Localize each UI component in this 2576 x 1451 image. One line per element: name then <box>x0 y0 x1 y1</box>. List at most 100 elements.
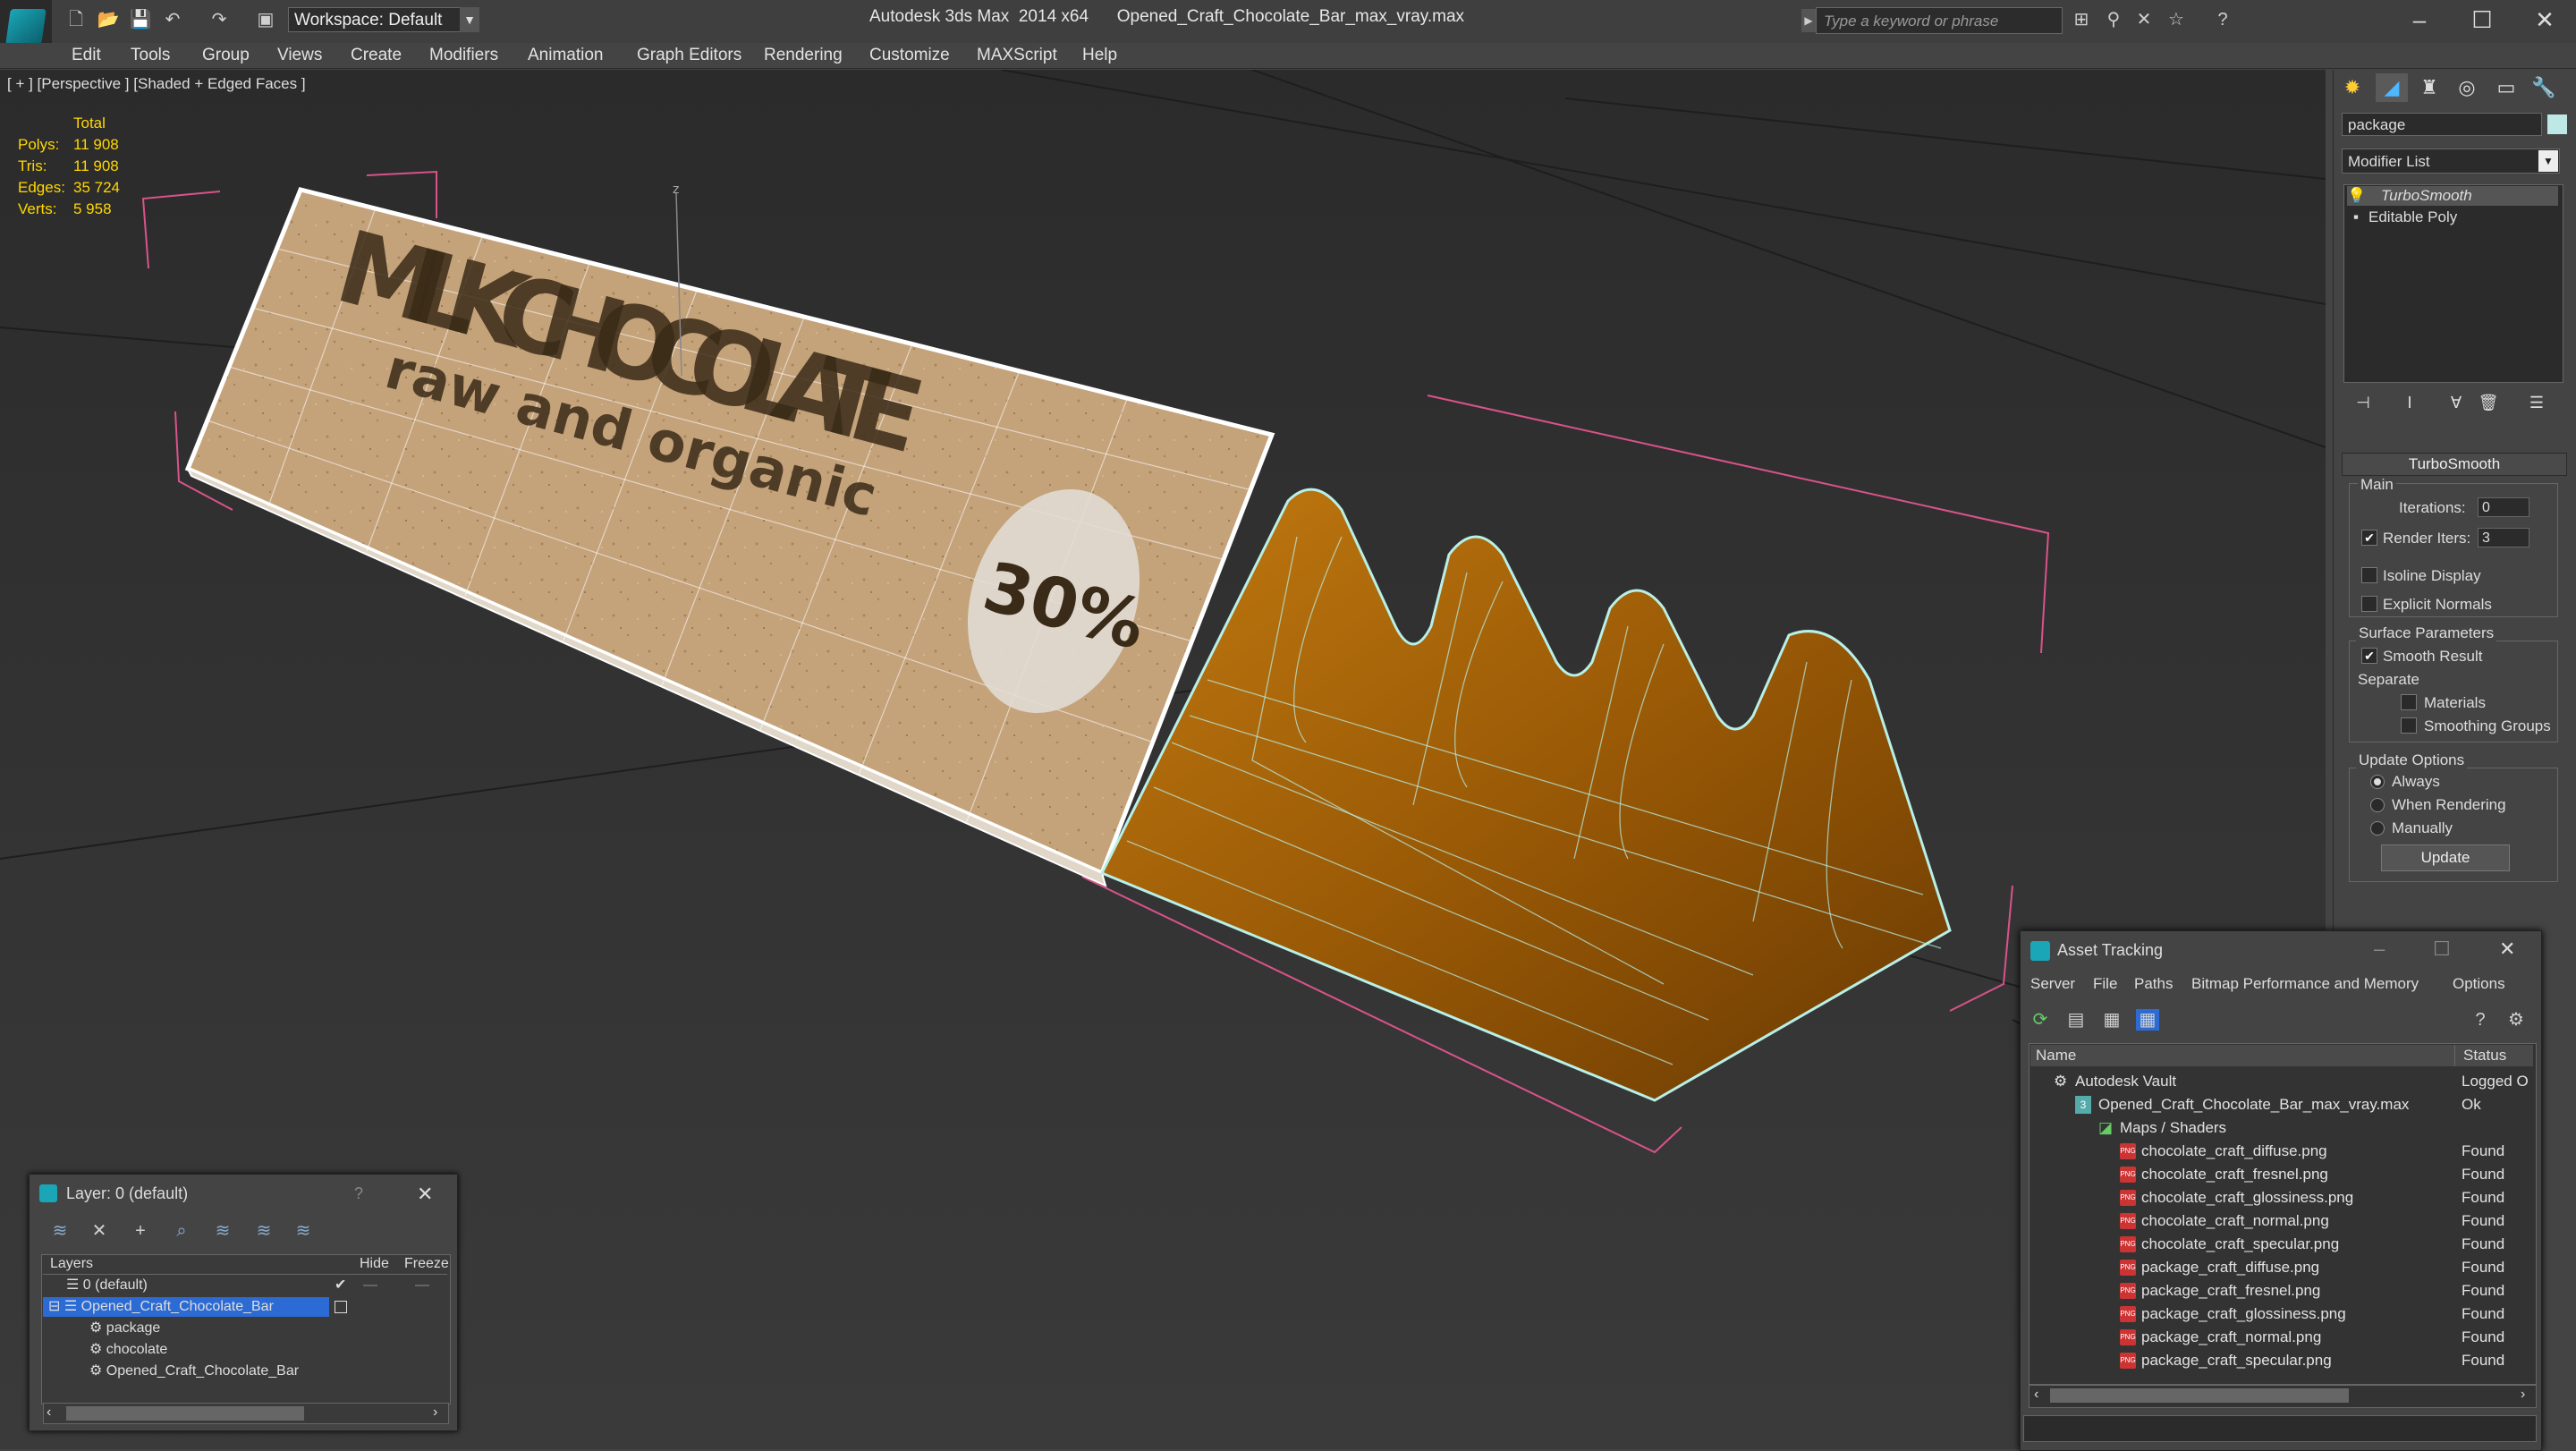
layer-object-row[interactable]: ⚙ chocolate <box>43 1340 445 1360</box>
table-view-icon[interactable]: ▦ <box>2136 1009 2159 1031</box>
motion-tab-icon[interactable]: ◎ <box>2451 73 2483 102</box>
layers-column-header[interactable]: Layers <box>50 1256 93 1272</box>
highlight-layer-icon[interactable]: ≋ <box>211 1220 234 1242</box>
search-input[interactable]: Type a keyword or phrase <box>1816 7 2063 34</box>
chevron-down-icon[interactable]: ▼ <box>2538 150 2558 172</box>
binoculars-icon[interactable]: ⊞ <box>2070 9 2093 30</box>
asset-row-map[interactable]: PNG package_craft_specular.png Found <box>2030 1349 2533 1372</box>
hide-column-header[interactable]: Hide <box>360 1256 389 1272</box>
menu-views[interactable]: Views <box>277 43 322 68</box>
object-name-field[interactable]: package <box>2342 113 2542 136</box>
update-button[interactable]: Update <box>2381 844 2510 871</box>
scroll-left-icon[interactable]: ‹ <box>47 1404 51 1421</box>
open-file-icon[interactable]: 📂 <box>97 9 120 30</box>
current-layer-check-icon[interactable]: ✔ <box>335 1276 346 1295</box>
layer-row[interactable]: ☰ 0 (default) ✔ — — <box>43 1276 445 1295</box>
select-objects-icon[interactable]: ⌕ <box>170 1220 193 1242</box>
asset-row-vault[interactable]: ⚙ Autodesk Vault Logged O <box>2030 1070 2533 1093</box>
display-tab-icon[interactable]: ▭ <box>2490 73 2522 102</box>
chevron-down-icon[interactable]: ▼ <box>460 7 479 32</box>
asset-help-icon[interactable]: ? <box>2469 1009 2492 1031</box>
asset-row-map[interactable]: PNG package_craft_normal.png Found <box>2030 1326 2533 1349</box>
asset-close-button[interactable]: ✕ <box>2499 938 2515 961</box>
stack-item-editable-poly[interactable]: ▪ Editable Poly <box>2347 208 2558 227</box>
asset-row-map[interactable]: PNG chocolate_craft_normal.png Found <box>2030 1209 2533 1233</box>
menu-help[interactable]: Help <box>1082 43 1117 68</box>
favorites-icon[interactable]: ☆ <box>2165 9 2188 30</box>
set-current-box[interactable] <box>335 1301 347 1313</box>
menu-graph-editors[interactable]: Graph Editors <box>637 43 741 68</box>
project-folder-icon[interactable]: ▣ <box>254 9 277 30</box>
asset-menu-bitmap[interactable]: Bitmap Performance and Memory <box>2191 975 2419 993</box>
layer-dialog-close-button[interactable]: ✕ <box>417 1183 433 1206</box>
communication-icon[interactable]: ✕ <box>2132 9 2156 30</box>
menu-modifiers[interactable]: Modifiers <box>429 43 498 68</box>
render-iters-spinner[interactable]: 3 <box>2478 528 2529 547</box>
new-file-icon[interactable]: 🗋 <box>64 9 88 30</box>
delete-layer-icon[interactable]: ✕ <box>88 1220 111 1242</box>
add-to-layer-icon[interactable]: + <box>129 1220 152 1242</box>
minimize-button[interactable]: – <box>2388 2 2451 38</box>
object-color-swatch[interactable] <box>2547 115 2567 134</box>
always-radio[interactable] <box>2370 775 2385 789</box>
scrollbar-thumb[interactable] <box>2050 1388 2349 1403</box>
name-column-header[interactable]: Name <box>2036 1047 2076 1065</box>
asset-row-max-file[interactable]: 3 Opened_Craft_Chocolate_Bar_max_vray.ma… <box>2030 1093 2533 1116</box>
close-button[interactable]: ✕ <box>2513 2 2576 38</box>
list-view-icon[interactable]: ▤ <box>2064 1009 2088 1031</box>
menu-maxscript[interactable]: MAXScript <box>977 43 1057 68</box>
modifier-list-dropdown[interactable]: Modifier List <box>2342 148 2560 174</box>
help-icon[interactable]: ? <box>2211 9 2234 30</box>
maximize-button[interactable]: ☐ <box>2451 2 2513 38</box>
hierarchy-tab-icon[interactable]: ♜ <box>2413 73 2445 102</box>
scroll-right-icon[interactable]: › <box>433 1404 437 1421</box>
freeze-all-icon[interactable]: ≋ <box>292 1220 315 1242</box>
remove-modifier-icon[interactable]: 🗑 <box>2476 390 2501 415</box>
asset-menu-paths[interactable]: Paths <box>2134 975 2173 993</box>
asset-row-map[interactable]: PNG chocolate_craft_glossiness.png Found <box>2030 1186 2533 1209</box>
asset-row-map[interactable]: PNG chocolate_craft_diffuse.png Found <box>2030 1140 2533 1163</box>
asset-maximize-button[interactable]: ☐ <box>2433 938 2451 961</box>
workspace-dropdown[interactable]: Workspace: Default <box>288 7 479 32</box>
asset-menu-server[interactable]: Server <box>2030 975 2075 993</box>
menu-rendering[interactable]: Rendering <box>764 43 843 68</box>
configure-sets-icon[interactable]: ☰ <box>2524 390 2549 415</box>
save-file-icon[interactable]: 💾 <box>129 9 152 30</box>
create-tab-icon[interactable]: ✹ <box>2336 73 2368 102</box>
materials-checkbox[interactable] <box>2401 694 2417 710</box>
asset-settings-icon[interactable]: ⚙ <box>2504 1009 2528 1031</box>
asset-row-map[interactable]: PNG chocolate_craft_fresnel.png Found <box>2030 1163 2533 1186</box>
menu-edit[interactable]: Edit <box>72 43 101 68</box>
stack-item-turbosmooth[interactable]: 💡 TurboSmooth <box>2347 186 2558 206</box>
refresh-icon[interactable]: ⟳ <box>2029 1009 2052 1031</box>
collapse-icon[interactable]: ⊟ <box>48 1299 60 1314</box>
iterations-spinner[interactable]: 0 <box>2478 497 2529 517</box>
smoothing-groups-checkbox[interactable] <box>2401 717 2417 734</box>
asset-row-map[interactable]: PNG package_craft_diffuse.png Found <box>2030 1256 2533 1279</box>
asset-minimize-button[interactable]: – <box>2374 938 2385 961</box>
show-end-result-icon[interactable]: Ⅰ <box>2397 390 2422 415</box>
layer-object-row[interactable]: ⚙ package <box>43 1319 445 1338</box>
create-layer-icon[interactable]: ≋ <box>48 1220 72 1242</box>
scroll-left-icon[interactable]: ‹ <box>2034 1387 2038 1403</box>
hide-all-icon[interactable]: ≋ <box>252 1220 275 1242</box>
menu-create[interactable]: Create <box>351 43 402 68</box>
search-expand-icon[interactable]: ▶ <box>1801 9 1816 32</box>
turbosmooth-rollout-header[interactable]: TurboSmooth <box>2342 453 2567 476</box>
scrollbar-thumb[interactable] <box>66 1406 304 1421</box>
asset-row-map[interactable]: PNG package_craft_fresnel.png Found <box>2030 1279 2533 1303</box>
asset-menu-file[interactable]: File <box>2093 975 2117 993</box>
render-iters-checkbox[interactable]: ✔ <box>2361 530 2377 546</box>
manually-radio[interactable] <box>2370 821 2385 836</box>
undo-icon[interactable]: ↶ <box>161 9 184 30</box>
tree-view-icon[interactable]: ▦ <box>2100 1009 2123 1031</box>
freeze-column-header[interactable]: Freeze <box>404 1256 449 1272</box>
menu-animation[interactable]: Animation <box>528 43 604 68</box>
asset-menu-options[interactable]: Options <box>2453 975 2505 993</box>
when-rendering-radio[interactable] <box>2370 798 2385 812</box>
lightbulb-icon[interactable]: 💡 <box>2347 186 2366 206</box>
asset-row-maps-folder[interactable]: ◪ Maps / Shaders <box>2030 1116 2533 1140</box>
pin-stack-icon[interactable]: ⊣ <box>2351 390 2376 415</box>
redo-icon[interactable]: ↷ <box>208 9 231 30</box>
status-column-header[interactable]: Status <box>2463 1047 2506 1065</box>
